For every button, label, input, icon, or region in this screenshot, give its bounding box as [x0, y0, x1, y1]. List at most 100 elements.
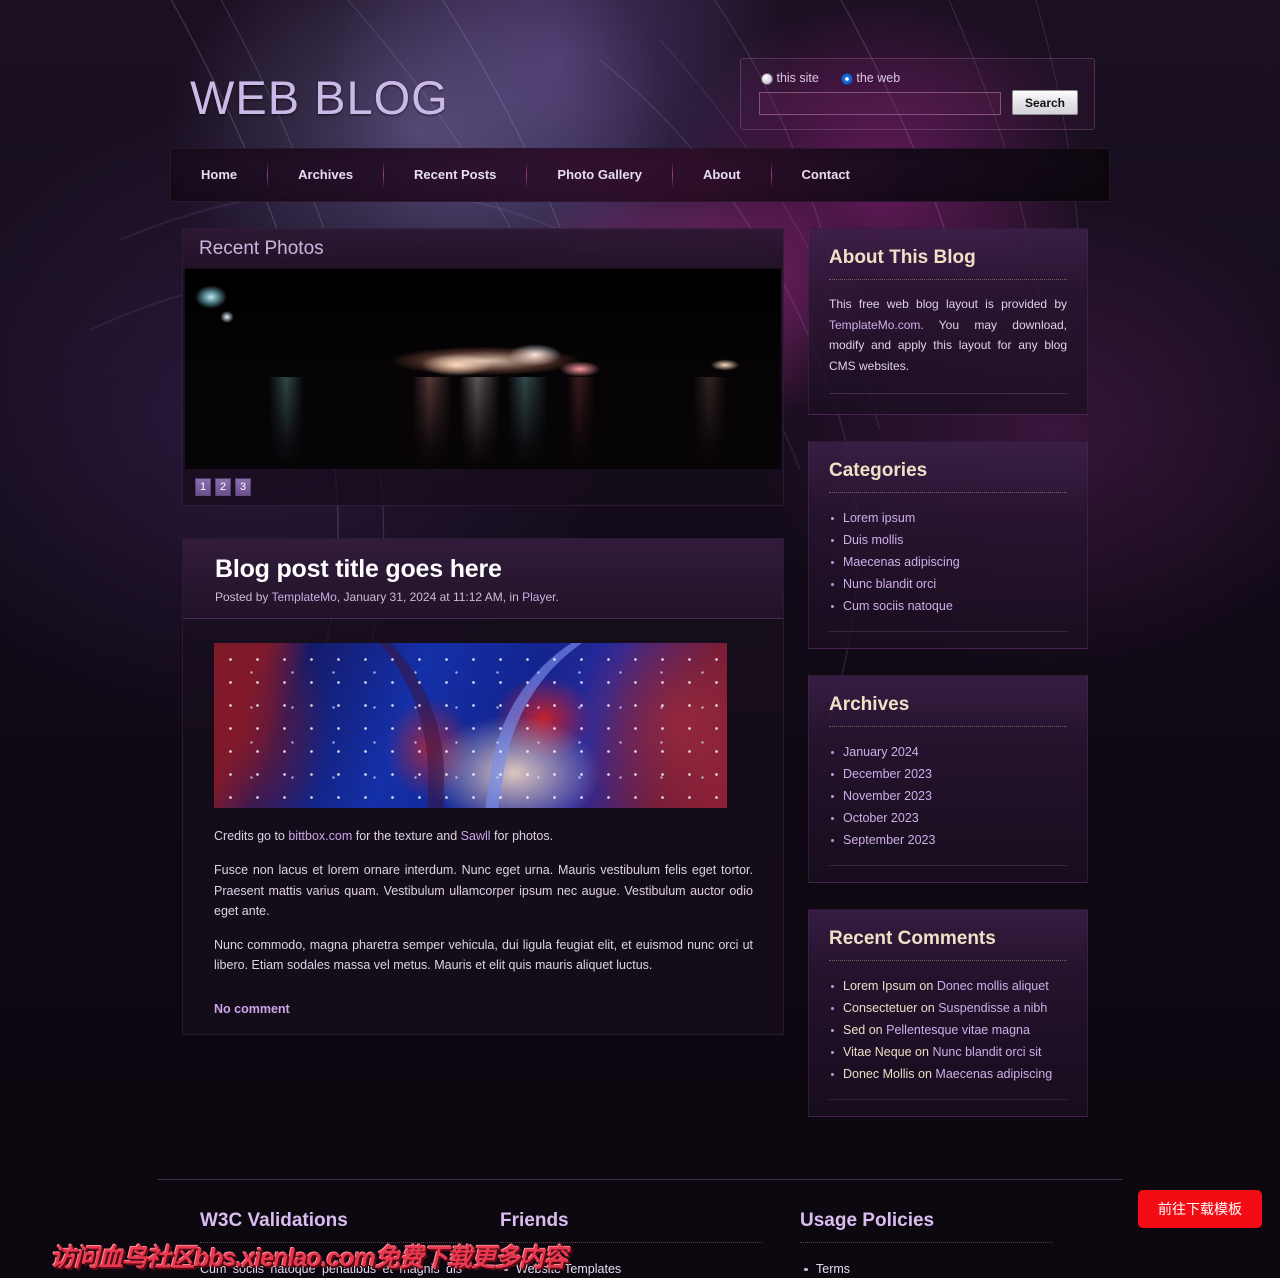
list-item[interactable]: Lorem Ipsum on Donec mollis aliquet — [829, 975, 1067, 997]
nav-item-about[interactable]: About — [673, 148, 771, 202]
site-logo[interactable]: WEB BLOG — [190, 70, 449, 125]
search-scope-the-web[interactable]: the web — [840, 71, 901, 85]
category-link[interactable]: Maecenas adipiscing — [843, 555, 960, 569]
page-root: WEB BLOG this site the web Search Home A… — [0, 0, 1280, 1278]
archive-link[interactable]: October 2023 — [843, 811, 919, 825]
comment-post-link[interactable]: Suspendisse a nibh — [938, 1001, 1047, 1015]
blog-post-body: Credits go to bittbox.com for the textur… — [183, 619, 783, 1034]
list-item[interactable]: Maecenas adipiscing — [829, 551, 1067, 573]
list-item[interactable]: Vitae Neque on Nunc blandit orci sit — [829, 1041, 1067, 1063]
list-item[interactable]: Terms — [800, 1259, 1052, 1278]
nav-item-home[interactable]: Home — [171, 148, 267, 202]
list-item[interactable]: Sed on Pellentesque vitae magna — [829, 1019, 1067, 1041]
category-link[interactable]: Cum sociis natoque — [843, 599, 953, 613]
comment-post-link[interactable]: Pellentesque vitae magna — [886, 1023, 1030, 1037]
radio-the-web-icon[interactable] — [840, 72, 853, 85]
blog-post: Blog post title goes here Posted by Temp… — [182, 538, 784, 1035]
post-category-link[interactable]: Player — [522, 590, 555, 604]
credits-link-bittbox[interactable]: bittbox.com — [288, 829, 352, 843]
category-link[interactable]: Duis mollis — [843, 533, 903, 547]
list-item[interactable]: Consectetuer on Suspendisse a nibh — [829, 997, 1067, 1019]
comment-author: Lorem Ipsum — [843, 978, 916, 993]
comment-author: Vitae Neque — [843, 1044, 912, 1059]
post-credits: Credits go to bittbox.com for the textur… — [214, 826, 753, 846]
site-header: WEB BLOG this site the web Search — [0, 0, 1280, 148]
search-panel: this site the web Search — [740, 58, 1095, 130]
recent-photos-panel: Recent Photos 1 2 3 — [182, 228, 784, 506]
list-item[interactable]: January 2024 — [829, 741, 1067, 763]
category-link[interactable]: Nunc blandit orci — [843, 577, 936, 591]
photo-page-3[interactable]: 3 — [235, 478, 251, 496]
comment-post-link[interactable]: Maecenas adipiscing — [935, 1067, 1052, 1081]
sidebar: About This Blog This free web blog layou… — [808, 228, 1088, 1143]
photo-star-lights — [214, 643, 727, 808]
search-scope-the-web-label: the web — [856, 71, 901, 85]
recent-photo-image[interactable] — [185, 269, 781, 469]
nav-item-archives[interactable]: Archives — [268, 148, 383, 202]
archive-link[interactable]: September 2023 — [843, 833, 935, 847]
blog-post-title[interactable]: Blog post title goes here — [215, 555, 765, 584]
search-scope-group: this site the web — [761, 71, 914, 85]
policies-list: Terms Privacy About Contact — [800, 1259, 1052, 1278]
list-item[interactable]: Nunc blandit orci — [829, 573, 1067, 595]
archive-link[interactable]: November 2023 — [843, 789, 932, 803]
nav-item-photo-gallery[interactable]: Photo Gallery — [527, 148, 672, 202]
comment-on: on — [911, 1044, 933, 1059]
search-scope-this-site[interactable]: this site — [761, 71, 819, 85]
photo-page-1[interactable]: 1 — [195, 478, 211, 496]
list-item[interactable]: December 2023 — [829, 763, 1067, 785]
photo-page-2[interactable]: 2 — [215, 478, 231, 496]
main-navigation: Home Archives Recent Posts Photo Gallery… — [170, 148, 1110, 202]
list-item[interactable]: November 2023 — [829, 785, 1067, 807]
sidebar-categories-block: Categories Lorem ipsum Duis mollis Maece… — [808, 440, 1088, 649]
about-templatemo-link[interactable]: TemplateMo.com — [829, 318, 920, 332]
post-author-link[interactable]: TemplateMo — [271, 590, 336, 604]
sidebar-categories-heading: Categories — [829, 460, 1067, 493]
post-meta-prefix: Posted by — [215, 590, 272, 604]
list-item[interactable]: October 2023 — [829, 807, 1067, 829]
post-meta-suffix: . — [555, 590, 559, 604]
about-text-before: This free web blog layout is provided by — [829, 297, 1067, 311]
comment-on: on — [915, 978, 937, 993]
nav-item-recent-posts[interactable]: Recent Posts — [384, 148, 526, 202]
recent-comments-list: Lorem Ipsum on Donec mollis aliquet Cons… — [829, 975, 1067, 1085]
credits-link-sawll[interactable]: Sawll — [461, 829, 491, 843]
christmas-window-photo — [214, 643, 727, 808]
policy-link[interactable]: Terms — [816, 1262, 850, 1276]
night-harbour-photo — [185, 269, 781, 469]
download-template-button[interactable]: 前往下载模板 — [1138, 1190, 1262, 1228]
post-comments-link[interactable]: No comment — [214, 1002, 753, 1016]
archive-link[interactable]: December 2023 — [843, 767, 932, 781]
category-link[interactable]: Lorem ipsum — [843, 511, 915, 525]
comment-on: on — [917, 1000, 939, 1015]
post-paragraph-2: Nunc commodo, magna pharetra semper vehi… — [214, 938, 753, 973]
footer-policies-column: Usage Policies Terms Privacy About Conta… — [800, 1210, 1090, 1278]
search-input[interactable] — [759, 92, 1001, 115]
list-item[interactable]: Donec Mollis on Maecenas adipiscing — [829, 1063, 1067, 1085]
sidebar-about-text: This free web blog layout is provided by… — [829, 294, 1067, 377]
sidebar-archives-heading: Archives — [829, 694, 1067, 727]
blog-post-image[interactable] — [214, 643, 727, 808]
list-item[interactable]: Duis mollis — [829, 529, 1067, 551]
blog-post-header: Blog post title goes here Posted by Temp… — [183, 539, 783, 619]
comment-on: on — [865, 1022, 887, 1037]
comment-post-link[interactable]: Nunc blandit orci sit — [932, 1045, 1041, 1059]
main-column: Recent Photos 1 2 3 Blog post title goes… — [182, 228, 784, 1143]
search-button[interactable]: Search — [1012, 90, 1078, 115]
water-reflection — [185, 377, 781, 469]
list-item[interactable]: Cum sociis natoque — [829, 595, 1067, 617]
page-wrapper: WEB BLOG this site the web Search Home A… — [0, 0, 1280, 1278]
archive-link[interactable]: January 2024 — [843, 745, 919, 759]
blog-post-meta: Posted by TemplateMo, January 31, 2024 a… — [215, 590, 765, 604]
sidebar-recent-comments-block: Recent Comments Lorem Ipsum on Donec mol… — [808, 908, 1088, 1117]
credits-middle: for the texture and — [352, 829, 461, 843]
nav-item-contact[interactable]: Contact — [772, 148, 880, 202]
list-item[interactable]: September 2023 — [829, 829, 1067, 851]
comment-post-link[interactable]: Donec mollis aliquet — [937, 979, 1049, 993]
credits-prefix: Credits go to — [214, 829, 289, 843]
post-meta-middle: , January 31, 2024 at 11:12 AM, in — [336, 590, 523, 604]
radio-this-site-icon[interactable] — [761, 72, 773, 85]
list-item[interactable]: Lorem ipsum — [829, 507, 1067, 529]
content-area: Recent Photos 1 2 3 Blog post title goes… — [0, 228, 1280, 1143]
footer-divider — [157, 1178, 1123, 1180]
